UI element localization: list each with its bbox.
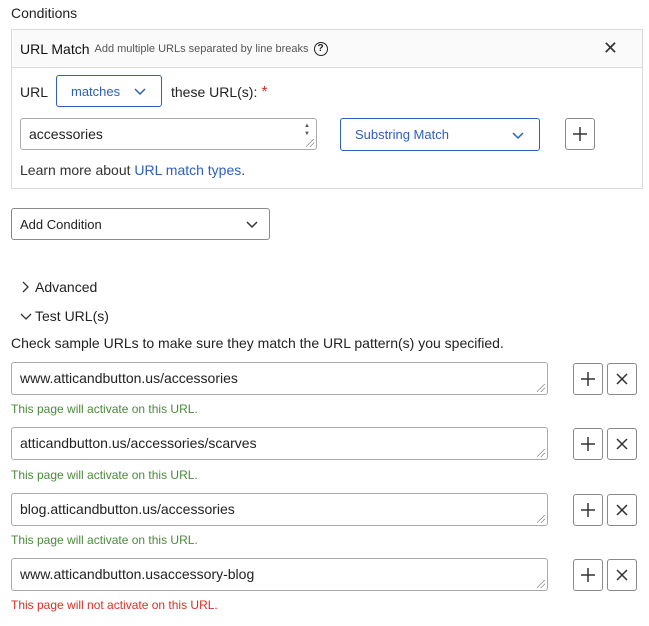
plus-icon	[581, 503, 595, 517]
condition-title: URL Match	[20, 40, 90, 57]
remove-test-url-button[interactable]	[607, 559, 637, 591]
test-url-input[interactable]: atticandbutton.us/accessories/scarves	[11, 427, 548, 460]
url-match-condition-panel: URL Match Add multiple URLs separated by…	[11, 29, 643, 189]
close-icon[interactable]: ✕	[603, 39, 618, 57]
learn-suffix: .	[241, 162, 246, 178]
close-icon	[616, 373, 628, 385]
url-pattern-value: accessories	[29, 126, 103, 142]
test-url-status: This page will not activate on this URL.	[11, 598, 218, 612]
test-urls-toggle[interactable]: Test URL(s)	[20, 308, 109, 324]
advanced-toggle[interactable]: Advanced	[20, 279, 97, 295]
add-test-url-button[interactable]	[573, 559, 603, 591]
test-url-status: This page will activate on this URL.	[11, 402, 198, 416]
test-url-input[interactable]: blog.atticandbutton.us/accessories	[11, 493, 548, 526]
chevron-down-icon	[246, 221, 258, 229]
resize-handle-icon[interactable]	[537, 384, 545, 392]
resize-handle-icon[interactable]	[537, 449, 545, 457]
spinner-icon[interactable]: ▲ ▼	[304, 122, 310, 138]
test-url-input[interactable]: www.atticandbutton.usaccessory-blog	[11, 558, 548, 591]
test-url-value: www.atticandbutton.us/accessories	[20, 370, 238, 386]
test-url-value: atticandbutton.us/accessories/scarves	[20, 435, 257, 451]
help-icon[interactable]: ?	[313, 41, 328, 56]
required-asterisk: *	[261, 84, 268, 101]
resize-handle-icon[interactable]	[537, 515, 545, 523]
chevron-down-icon	[134, 88, 146, 96]
plus-icon	[581, 568, 595, 582]
match-operator-dropdown[interactable]: matches	[56, 75, 162, 107]
close-icon	[616, 504, 628, 516]
learn-prefix: Learn more about	[20, 162, 135, 178]
test-urls-label: Test URL(s)	[35, 308, 109, 324]
url-pattern-input[interactable]: accessories ▲ ▼	[20, 118, 317, 150]
plus-icon	[581, 372, 595, 386]
url-label: URL	[20, 84, 49, 100]
section-title: Conditions	[11, 5, 78, 21]
add-test-url-button[interactable]	[573, 428, 603, 460]
url-match-types-link[interactable]: URL match types	[134, 162, 241, 178]
chevron-down-icon	[20, 313, 32, 320]
remove-test-url-button[interactable]	[607, 428, 637, 460]
test-url-status: This page will activate on this URL.	[11, 468, 198, 482]
plus-icon	[573, 127, 587, 141]
advanced-label: Advanced	[35, 279, 98, 295]
chevron-right-icon	[22, 281, 29, 293]
remove-test-url-button[interactable]	[607, 494, 637, 526]
test-url-input[interactable]: www.atticandbutton.us/accessories	[11, 362, 548, 395]
match-operator-value: matches	[71, 83, 121, 99]
test-url-value: blog.atticandbutton.us/accessories	[20, 501, 235, 517]
test-url-status: This page will activate on this URL.	[11, 533, 198, 547]
close-icon	[616, 569, 628, 581]
close-icon	[616, 438, 628, 450]
condition-hint: Add multiple URLs separated by line brea…	[94, 42, 309, 55]
condition-header: URL Match Add multiple URLs separated by…	[12, 30, 642, 68]
add-condition-dropdown[interactable]: Add Condition	[11, 208, 270, 240]
match-type-dropdown[interactable]: Substring Match	[340, 118, 540, 151]
test-instructions: Check sample URLs to make sure they matc…	[11, 335, 504, 351]
add-test-url-button[interactable]	[573, 494, 603, 526]
remove-test-url-button[interactable]	[607, 363, 637, 395]
resize-handle-icon[interactable]	[537, 580, 545, 588]
add-url-button[interactable]	[565, 118, 595, 150]
learn-more-text: Learn more about URL match types.	[20, 162, 245, 178]
these-urls-text: these URL(s):	[171, 84, 258, 100]
match-type-value: Substring Match	[355, 127, 449, 142]
these-urls-label: these URL(s): *	[171, 84, 268, 102]
chevron-down-icon	[512, 131, 524, 139]
add-test-url-button[interactable]	[573, 363, 603, 395]
test-url-value: www.atticandbutton.usaccessory-blog	[20, 566, 255, 582]
resize-handle-icon[interactable]	[306, 139, 314, 147]
add-condition-label: Add Condition	[20, 216, 102, 232]
plus-icon	[581, 437, 595, 451]
